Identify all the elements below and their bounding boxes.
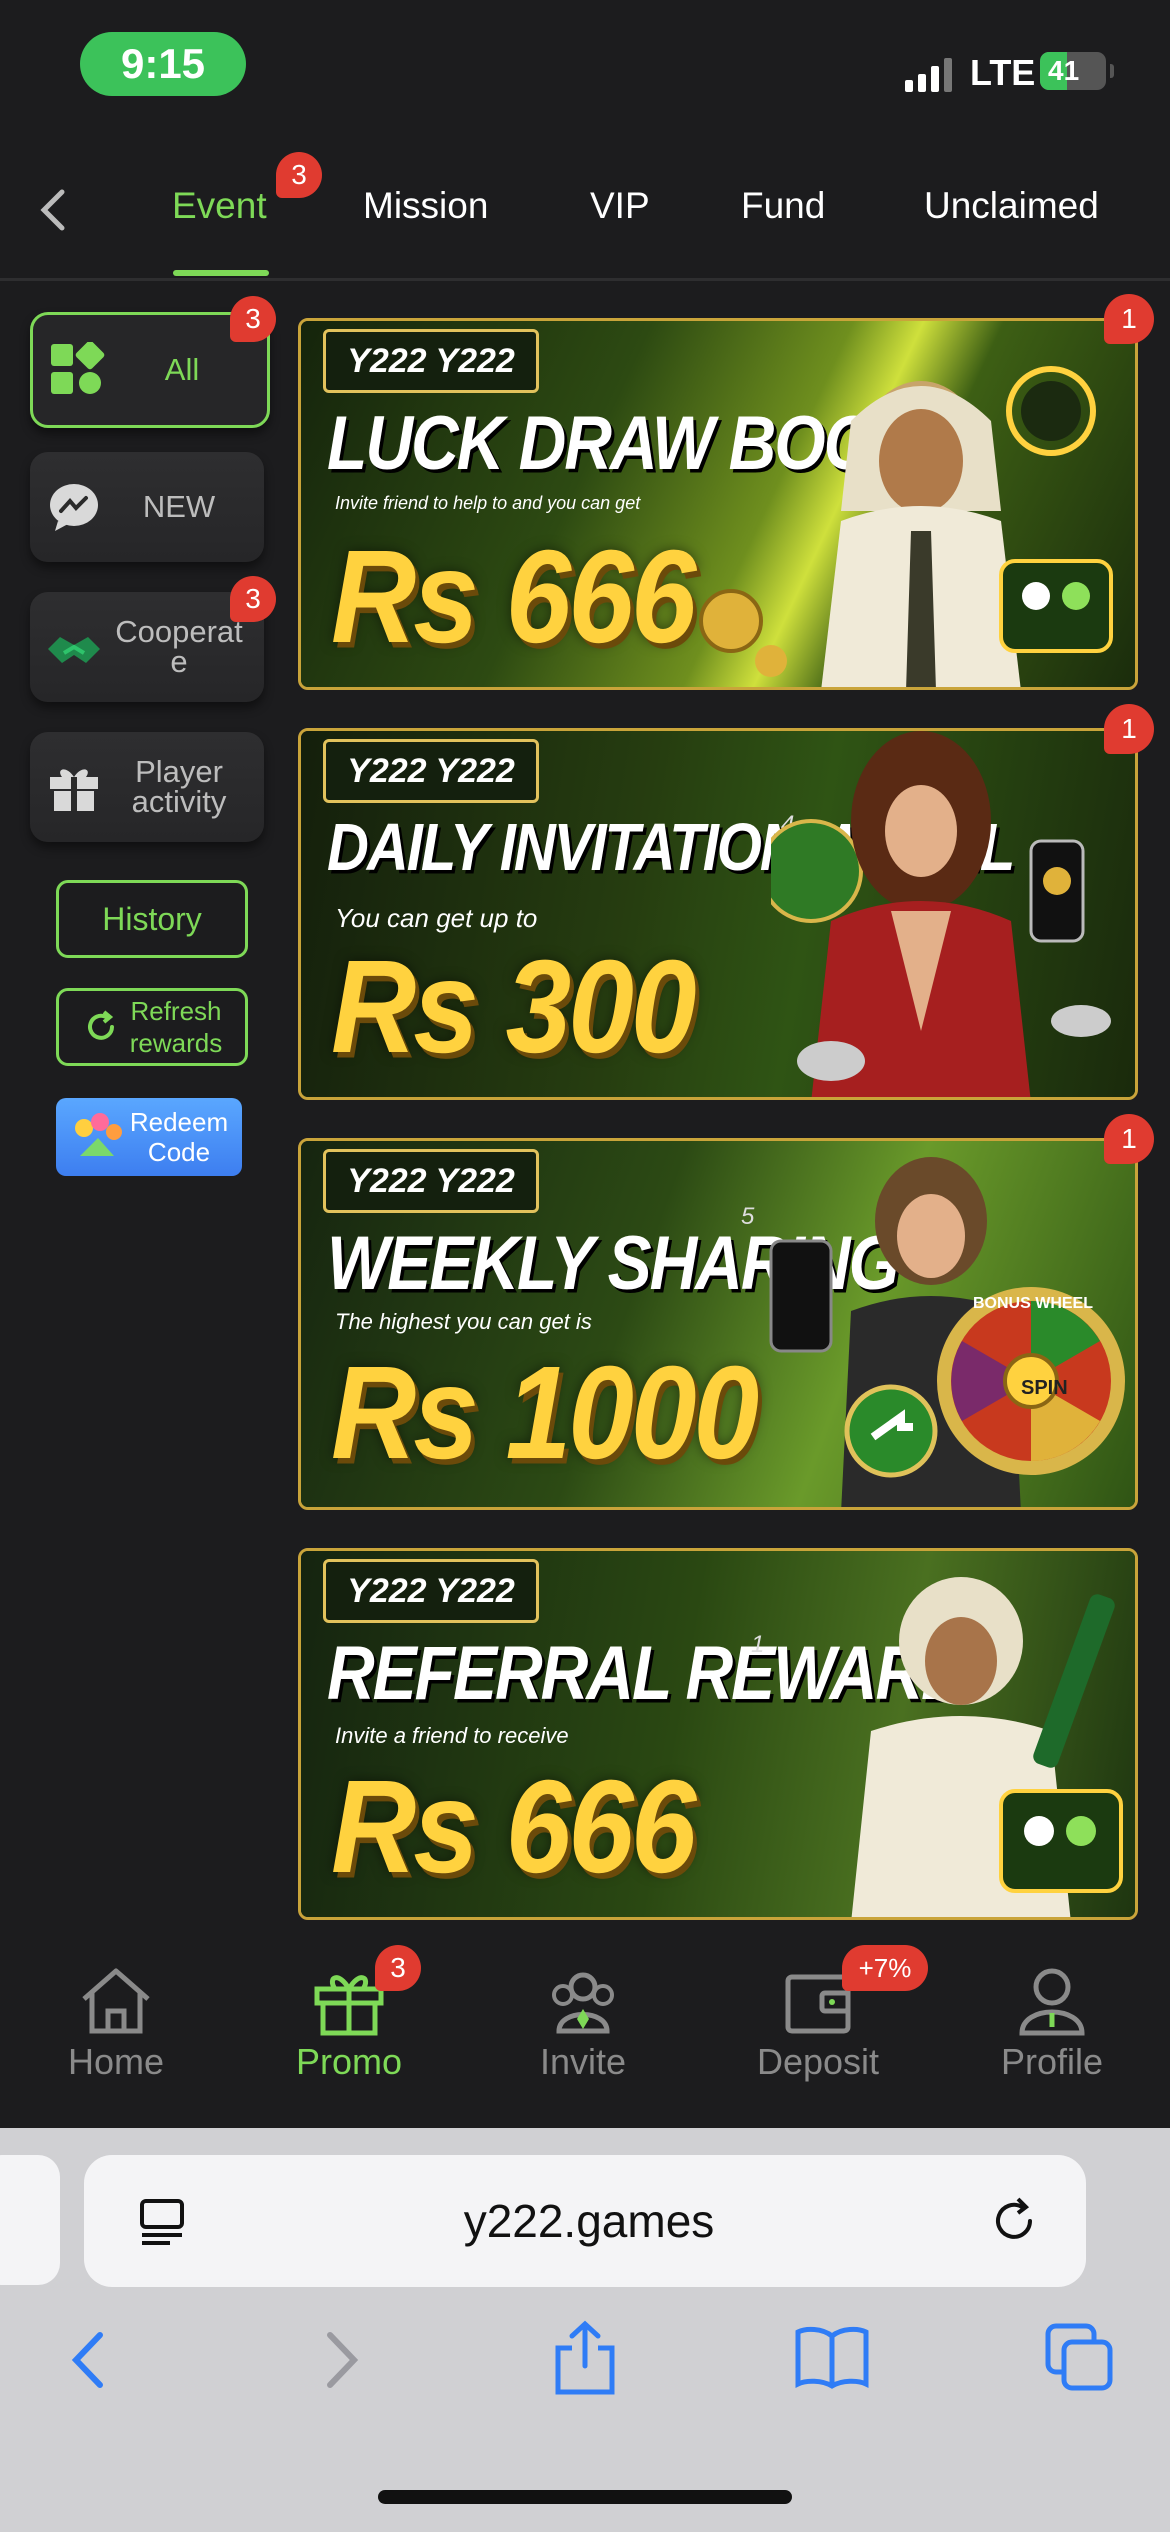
home-icon (82, 1968, 150, 2034)
tabs-button[interactable] (1042, 2320, 1116, 2399)
promo-banner-referral-reward[interactable]: Y222 Y222 REFERRAL REWARD 1 Invite a fri… (298, 1548, 1138, 1920)
tab-event[interactable]: Event (172, 185, 267, 227)
chevron-right-icon (327, 2332, 359, 2388)
banner-amount: Rs 300 (331, 933, 697, 1082)
character-illustration (851, 1577, 1123, 1917)
profile-icon (1019, 1968, 1085, 2036)
banner-subtitle: Invite a friend to receive (335, 1723, 569, 1748)
nav-invite-label: Invite (539, 2041, 627, 2082)
brand-logo: Y222 Y222 (323, 1149, 539, 1213)
bookmarks-button[interactable] (792, 2322, 872, 2397)
tab-event-badge: 3 (276, 152, 322, 198)
redeem-code-label: Redeem Code (129, 1107, 229, 1167)
character-illustration (771, 731, 1111, 1097)
nav-promo-badge: 3 (375, 1945, 421, 1991)
nav-profile[interactable]: Profile (962, 1965, 1142, 2083)
grid-icon (51, 342, 105, 394)
coin-icon (699, 589, 787, 677)
status-time: 9:15 (80, 32, 246, 96)
battery-level: 41 (1048, 55, 1080, 86)
banner-badge: 1 (1104, 1114, 1154, 1164)
nav-deposit-badge: +7% (842, 1945, 928, 1991)
handshake-icon (48, 637, 100, 663)
category-new-label: NEW (142, 489, 216, 524)
nav-deposit-label: Deposit (756, 2041, 880, 2082)
refresh-rewards-label: Refresh rewards (129, 996, 223, 1058)
browser-forward-button[interactable] (310, 2325, 370, 2400)
nav-profile-label: Profile (1000, 2041, 1104, 2082)
invite-icon (552, 1972, 614, 2034)
category-all-badge: 3 (230, 296, 276, 342)
chevron-left-icon (71, 2332, 103, 2388)
brand-logo: Y222 Y222 (323, 329, 539, 393)
share-button[interactable] (548, 2318, 622, 2403)
battery-icon: 41 (1040, 52, 1106, 90)
category-cooperate-label: Cooperat e (115, 614, 243, 679)
active-tab-indicator (173, 270, 269, 276)
wheel-title: BONUS WHEEL (973, 1295, 1093, 1312)
network-label: LTE (970, 52, 1036, 93)
chevron-left-icon (40, 189, 65, 231)
refresh-rewards-button[interactable]: Refresh rewards (56, 988, 248, 1066)
book-icon (795, 2326, 869, 2389)
promo-banner-luck-draw-boost[interactable]: Y222 Y222 LUCK DRAW BOOST Invite friend … (298, 318, 1138, 690)
banner-number: 5 (741, 1203, 755, 1230)
back-button[interactable] (28, 180, 78, 240)
previous-tab-preview[interactable] (0, 2155, 60, 2285)
tabs-icon (1045, 2323, 1113, 2391)
banner-subtitle: You can get up to (335, 903, 538, 933)
banner-subtitle: The highest you can get is (335, 1309, 592, 1334)
share-icon (555, 2320, 615, 2395)
nav-promo-label: Promo (295, 2041, 403, 2082)
tab-vip[interactable]: VIP (590, 185, 650, 227)
tab-mission[interactable]: Mission (363, 185, 488, 227)
banner-number: 1 (751, 1631, 765, 1658)
banner-amount: Rs 666 (331, 1753, 697, 1902)
character-illustration (821, 366, 1113, 687)
tab-fund[interactable]: Fund (741, 185, 825, 227)
category-new[interactable]: NEW (30, 452, 264, 562)
history-button[interactable]: History (56, 880, 248, 958)
promo-banner-weekly-sharing[interactable]: Y222 Y222 WEEKLY SHARING 5 The highest y… (298, 1138, 1138, 1510)
brand-logo: Y222 Y222 (323, 1559, 539, 1623)
redeem-code-button[interactable]: Redeem Code (56, 1098, 242, 1176)
brand-logo: Y222 Y222 (323, 739, 539, 803)
browser-back-button[interactable] (60, 2325, 120, 2400)
signal-icon (905, 56, 952, 92)
battery-tip (1110, 64, 1114, 78)
url-text: y222.games (463, 2195, 715, 2247)
banner-subtitle: Invite friend to help to and you can get (335, 493, 641, 513)
promo-banner-daily-invitation-wheel[interactable]: Y222 Y222 DAILY INVITATION WHEEL 4 You c… (298, 728, 1138, 1100)
gift-box-icon (50, 769, 98, 811)
nav-home-label: Home (67, 2041, 165, 2082)
chat-bubble-icon (50, 484, 98, 531)
wheel-spin-label: SPIN (1021, 1377, 1068, 1399)
banner-amount: Rs 666 (331, 523, 697, 672)
refresh-icon (87, 1010, 114, 1040)
category-player-activity-label: Player activity (131, 754, 227, 819)
category-player-activity[interactable]: Player activity (30, 732, 264, 842)
category-cooperate[interactable]: Cooperat e (30, 592, 264, 702)
category-cooperate-badge: 3 (230, 576, 276, 622)
category-all-label: All (164, 352, 200, 387)
banner-amount: Rs 1000 (331, 1339, 759, 1488)
flower-bouquet-icon (74, 1113, 122, 1156)
nav-home[interactable]: Home (26, 1965, 206, 2083)
banner-badge: 1 (1104, 704, 1154, 754)
banner-badge: 1 (1104, 294, 1154, 344)
reload-icon[interactable] (986, 2191, 1046, 2251)
home-indicator (378, 2490, 792, 2504)
tab-unclaimed[interactable]: Unclaimed (924, 185, 1099, 227)
page-menu-icon[interactable] (132, 2191, 192, 2251)
address-bar[interactable]: y222.games (84, 2155, 1086, 2287)
nav-invite[interactable]: Invite (493, 1965, 673, 2083)
